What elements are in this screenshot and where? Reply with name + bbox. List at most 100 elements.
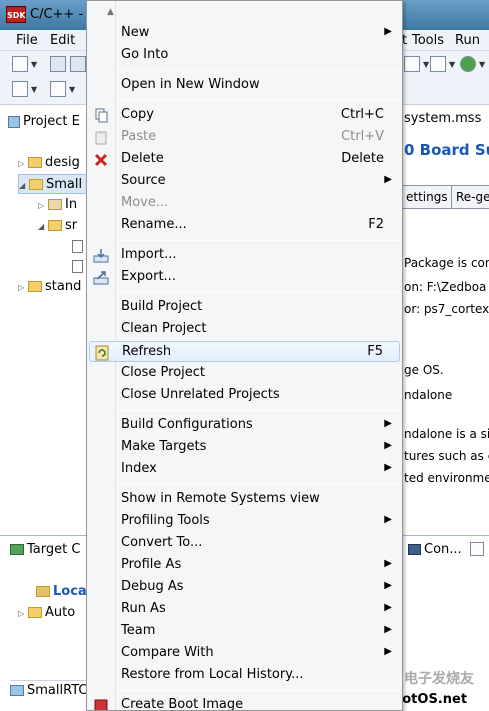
editor-tab-label[interactable]: system.mss <box>404 111 481 126</box>
menu-item-label: Create Boot Image <box>121 697 244 711</box>
menu-item-label: Close Unrelated Projects <box>121 387 280 402</box>
tree-item[interactable]: ▷ desig <box>18 153 80 173</box>
expand-icon[interactable]: ▷ <box>18 154 28 174</box>
scroll-up-icon[interactable]: ▲ <box>107 7 114 17</box>
open-type-dropdown-icon[interactable]: ▼ <box>423 60 429 69</box>
tree-item[interactable]: ▷ stand <box>18 277 81 297</box>
menu-tools[interactable]: Tools <box>412 33 444 48</box>
menu-run[interactable]: Run <box>455 33 480 48</box>
expand-icon[interactable]: ▷ <box>38 196 48 216</box>
menu-item-label: Go Into <box>121 47 169 62</box>
bsp-info-line: or: ps7_cortex <box>404 302 489 316</box>
view-menu-icon[interactable] <box>470 542 484 556</box>
menu-item-label: Index <box>121 461 157 476</box>
menu-item-label: Move... <box>121 195 169 210</box>
new-class-dropdown-icon[interactable]: ▼ <box>449 60 455 69</box>
menu-item-move: Move... <box>89 193 400 214</box>
menu-item-restore-from-local-history[interactable]: Restore from Local History... <box>89 665 400 686</box>
menu-item-label: Close Project <box>121 365 206 380</box>
tree-item-selected[interactable]: ◢ Small <box>18 174 90 194</box>
bottom-tab[interactable]: SmallRTC <box>10 680 90 700</box>
new-dropdown-icon[interactable]: ▼ <box>31 60 37 69</box>
menu-item-show-in-remote-systems-view[interactable]: Show in Remote Systems view <box>89 489 400 510</box>
menu-item-close-project[interactable]: Close Project <box>89 363 400 384</box>
menu-item-go-into[interactable]: Go Into <box>89 45 400 66</box>
menu-item-index[interactable]: Index ▶ <box>89 459 400 480</box>
target-connections-tab[interactable]: Target C <box>10 540 80 560</box>
menu-item-profiling-tools[interactable]: Profiling Tools ▶ <box>89 511 400 532</box>
tree-item-label: Small <box>46 177 83 192</box>
submenu-arrow-icon: ▶ <box>384 462 392 473</box>
console-tab[interactable]: Con... <box>408 540 462 560</box>
bsp-info-line: ge OS. <box>404 363 444 377</box>
menu-item-copy[interactable]: Copy Ctrl+C <box>89 105 400 126</box>
regenerate-button[interactable]: Re-ge <box>451 185 489 209</box>
save-icon[interactable] <box>50 56 66 72</box>
menu-item-make-targets[interactable]: Make Targets ▶ <box>89 437 400 458</box>
tree-item[interactable]: ▷ In <box>38 195 77 215</box>
menu-separator <box>117 690 400 691</box>
menu-item-delete[interactable]: Delete Delete <box>89 149 400 170</box>
menu-separator <box>117 100 400 101</box>
modify-settings-button[interactable]: ettings <box>401 185 453 209</box>
menu-item-build-project[interactable]: Build Project <box>89 297 400 318</box>
menu-item-close-unrelated-projects[interactable]: Close Unrelated Projects <box>89 385 400 406</box>
bsp-info-line: on: F:\Zedboa <box>404 280 487 294</box>
collapse-icon[interactable]: ◢ <box>19 176 29 196</box>
run-icon[interactable] <box>460 56 476 72</box>
target-icon <box>10 544 24 555</box>
open-type-icon[interactable] <box>404 56 420 72</box>
menu-item-label: Delete <box>121 151 164 166</box>
target-connections-tab-label: Target C <box>27 542 81 557</box>
menu-item-shortcut: Ctrl+V <box>341 129 384 144</box>
menu-item-new[interactable]: New ▶ <box>89 23 400 44</box>
menu-item-clean-project[interactable]: Clean Project <box>89 319 400 340</box>
menu-item-label: Build Configurations <box>121 417 253 432</box>
launch-icon[interactable] <box>50 81 66 97</box>
submenu-arrow-icon: ▶ <box>384 418 392 429</box>
new-icon[interactable] <box>12 56 28 72</box>
menu-item-team[interactable]: Team ▶ <box>89 621 400 642</box>
tree-item[interactable]: ◢ sr <box>38 216 77 236</box>
submenu-arrow-icon: ▶ <box>384 580 392 591</box>
menu-item-profile-as[interactable]: Profile As ▶ <box>89 555 400 576</box>
menu-item-open-in-new-window[interactable]: Open in New Window <box>89 75 400 96</box>
menu-item-source[interactable]: Source ▶ <box>89 171 400 192</box>
menu-item-compare-with[interactable]: Compare With ▶ <box>89 643 400 664</box>
menu-item-debug-as[interactable]: Debug As ▶ <box>89 577 400 598</box>
menu-item-create-boot-image[interactable]: Create Boot Image <box>89 695 400 711</box>
tree-item[interactable] <box>72 257 86 277</box>
save-all-icon[interactable] <box>70 56 86 72</box>
menu-item-convert-to[interactable]: Convert To... <box>89 533 400 554</box>
tree-item[interactable]: ▷ Auto <box>18 603 75 623</box>
menu-separator <box>117 240 400 241</box>
menu-item-build-configurations[interactable]: Build Configurations ▶ <box>89 415 400 436</box>
project-icon <box>28 157 42 168</box>
expand-icon[interactable]: ▷ <box>18 278 28 298</box>
tree-item[interactable] <box>72 237 86 257</box>
project-explorer-tab[interactable]: Project E <box>8 110 80 134</box>
menu-item-export[interactable]: Export... <box>89 267 400 288</box>
launch-dropdown-icon[interactable]: ▼ <box>69 85 75 94</box>
tree-item[interactable]: Local <box>36 582 91 602</box>
menu-item-refresh[interactable]: Refresh F5 <box>89 341 400 362</box>
menu-edit[interactable]: Edit <box>50 33 75 48</box>
menu-separator <box>117 484 400 485</box>
menu-item-label: Team <box>121 623 156 638</box>
menu-separator <box>117 292 400 293</box>
bsp-info-line: ted environme <box>404 471 489 485</box>
tree-item-label: sr <box>65 218 78 233</box>
menu-item-rename[interactable]: Rename... F2 <box>89 215 400 236</box>
menu-item-import[interactable]: Import... <box>89 245 400 266</box>
build-dropdown-icon[interactable]: ▼ <box>31 85 37 94</box>
menu-item-label: Restore from Local History... <box>121 667 304 682</box>
menu-file[interactable]: File <box>16 33 38 48</box>
menu-item-shortcut: Delete <box>341 151 384 166</box>
expand-icon[interactable]: ▷ <box>18 604 28 624</box>
menu-item-run-as[interactable]: Run As ▶ <box>89 599 400 620</box>
collapse-icon[interactable]: ◢ <box>38 217 48 237</box>
submenu-arrow-icon: ▶ <box>384 26 392 37</box>
build-icon[interactable] <box>12 81 28 97</box>
run-dropdown-icon[interactable]: ▼ <box>479 60 485 69</box>
new-class-icon[interactable] <box>430 56 446 72</box>
